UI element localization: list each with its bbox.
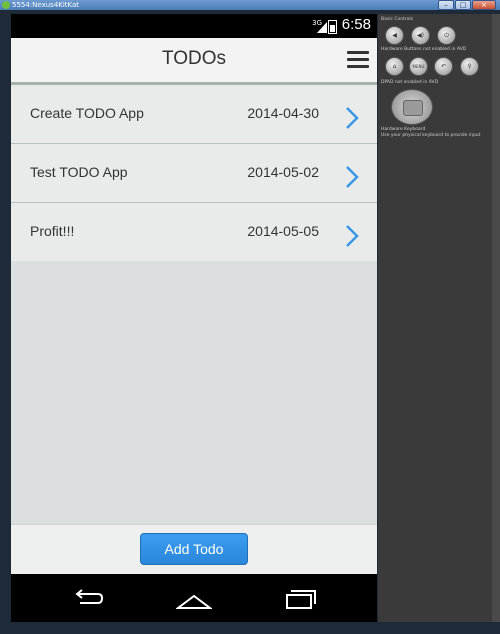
- close-icon[interactable]: ×: [472, 0, 496, 10]
- status-time: 6:58: [341, 16, 371, 33]
- todo-name: Test TODO App: [30, 164, 128, 180]
- dpad-label: DPAD not enabled in AVD: [381, 80, 439, 85]
- todo-list: Create TODO App 2014-04-30 Test TODO App…: [11, 85, 377, 262]
- add-todo-button[interactable]: Add Todo: [140, 533, 248, 565]
- todo-date: 2014-04-30: [247, 105, 319, 121]
- dpad-control[interactable]: [391, 89, 433, 125]
- status-bar: 3G 6:58: [11, 14, 377, 38]
- search-hw-icon[interactable]: ⚲: [460, 57, 479, 76]
- window-controls: – □ ×: [438, 0, 496, 10]
- todo-name: Create TODO App: [30, 105, 144, 121]
- volume-down-icon[interactable]: ◀: [385, 26, 404, 45]
- list-item[interactable]: Test TODO App 2014-05-02: [11, 144, 377, 203]
- home-icon[interactable]: [176, 584, 212, 612]
- list-item[interactable]: Create TODO App 2014-04-30: [11, 85, 377, 144]
- chevron-right-icon: [346, 166, 359, 188]
- menu-icon[interactable]: [347, 51, 369, 69]
- volume-up-icon[interactable]: ◀): [411, 26, 430, 45]
- keyboard-hint: Use your physical keyboard to provide in…: [381, 133, 481, 138]
- battery-icon: [328, 20, 337, 34]
- chevron-right-icon: [346, 225, 359, 247]
- minimize-icon[interactable]: –: [438, 0, 454, 10]
- window-scrollbar[interactable]: [492, 14, 500, 622]
- phone-screen: 3G 6:58 TODOs Create TODO App 2014-04-30…: [11, 14, 377, 622]
- todo-date: 2014-05-02: [247, 164, 319, 180]
- app-header: TODOs: [11, 38, 377, 85]
- page-title: TODOs: [161, 48, 227, 69]
- todo-name: Profit!!!: [30, 223, 75, 239]
- menu-hw-button[interactable]: MENU: [409, 57, 428, 76]
- hardware-buttons-label: Hardware Buttons not enabled in AVD: [381, 47, 467, 52]
- android-app-icon: [2, 1, 10, 9]
- window-titlebar: 5554:Nexus4KitKat – □ ×: [0, 0, 500, 10]
- power-icon[interactable]: ⏻: [437, 26, 456, 45]
- recents-icon[interactable]: [283, 584, 319, 612]
- android-nav-bar: [11, 574, 377, 622]
- emulator-controls-panel: Basic Controls ◀ ◀) ⏻ Hardware Buttons n…: [378, 14, 492, 622]
- footer-bar: Add Todo: [11, 524, 377, 575]
- maximize-icon[interactable]: □: [455, 0, 471, 10]
- list-empty-area: [11, 261, 377, 524]
- todo-date: 2014-05-05: [247, 223, 319, 239]
- back-hw-icon[interactable]: ↶: [434, 57, 453, 76]
- home-hw-icon[interactable]: ⌂: [385, 57, 404, 76]
- chevron-right-icon: [346, 107, 359, 129]
- hardware-keyboard-label: Hardware Keyboard: [381, 127, 426, 132]
- signal-icon: [317, 22, 327, 33]
- window-title: 5554:Nexus4KitKat: [12, 1, 80, 9]
- basic-controls-label: Basic Controls: [381, 17, 413, 22]
- list-item[interactable]: Profit!!! 2014-05-05: [11, 203, 377, 262]
- back-icon[interactable]: [70, 584, 106, 612]
